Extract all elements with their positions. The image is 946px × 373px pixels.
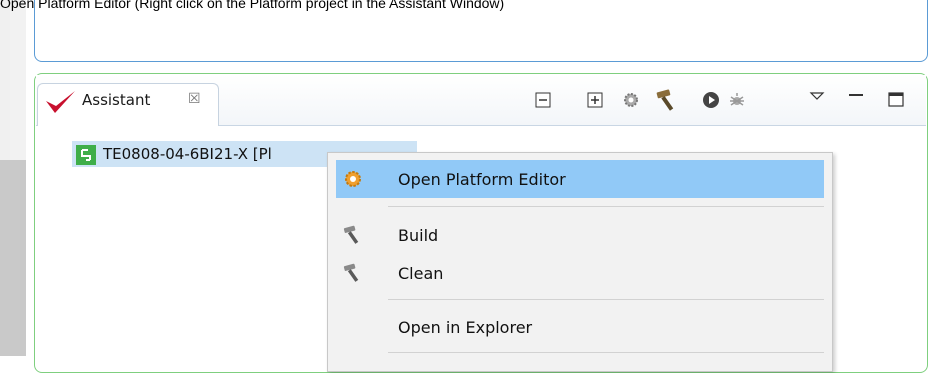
minimize-icon[interactable]	[846, 87, 866, 107]
menu-separator	[388, 206, 824, 207]
platform-project-icon	[76, 145, 96, 165]
view-menu-icon[interactable]	[807, 87, 827, 107]
project-label[interactable]: TE0808-04-6BI21-X [Pl	[103, 145, 272, 163]
menu-item-label: Build	[398, 226, 439, 245]
tab-close-icon[interactable]: ☒	[188, 90, 201, 107]
menu-item-label: Clean	[398, 264, 444, 283]
debug-icon[interactable]	[727, 90, 747, 110]
menu-item-clean[interactable]: Clean	[336, 254, 824, 292]
settings-icon[interactable]	[621, 90, 641, 110]
hammer-icon	[343, 263, 359, 282]
caption-text: Open Platform Editor (Right click on the…	[0, 0, 505, 11]
left-gutter	[10, 0, 26, 160]
menu-item-open-platform-editor[interactable]: Open Platform Editor	[336, 160, 824, 198]
collapse-all-icon[interactable]	[533, 90, 553, 110]
menu-item-build[interactable]: Build	[336, 216, 824, 254]
maximize-icon[interactable]	[886, 90, 906, 110]
expand-all-icon[interactable]	[585, 90, 605, 110]
hammer-icon	[343, 225, 359, 244]
run-icon[interactable]	[701, 90, 721, 110]
menu-item-label: Open Platform Editor	[398, 170, 566, 189]
menu-separator	[388, 352, 824, 353]
menu-separator	[388, 299, 824, 300]
build-hammer-icon[interactable]	[655, 88, 681, 112]
menu-item-open-in-explorer[interactable]: Open in Explorer	[336, 308, 824, 346]
left-scroll-region	[0, 160, 26, 356]
vivado-logo-icon	[46, 91, 75, 113]
menu-item-label: Open in Explorer	[398, 318, 533, 337]
gear-icon	[345, 171, 361, 187]
tab-label: Assistant	[82, 91, 151, 109]
